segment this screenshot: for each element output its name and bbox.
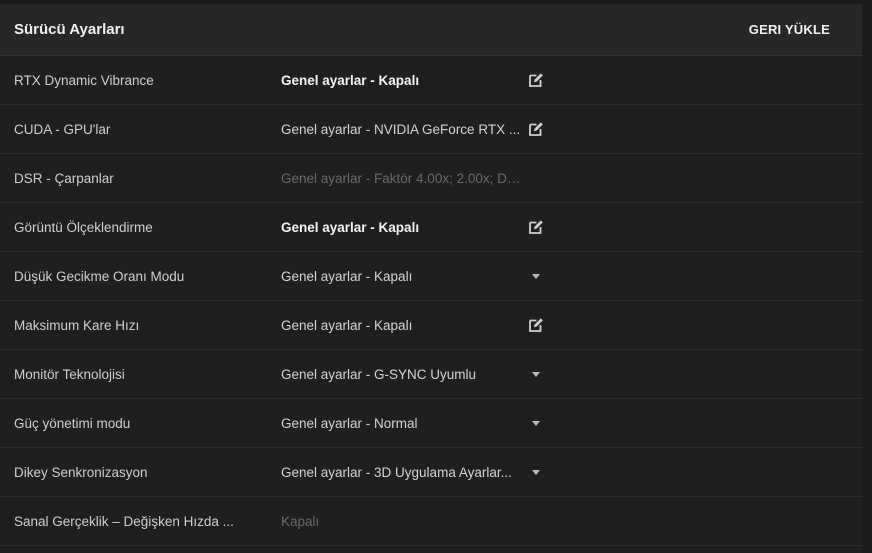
setting-row: DSR - Çarpanlar Genel ayarlar - Faktör 4.…: [0, 154, 862, 203]
chevron-down-icon[interactable]: [527, 365, 545, 383]
reset-button[interactable]: GERI YÜKLE: [749, 22, 830, 37]
setting-value: Genel ayarlar - Kapalı: [281, 72, 420, 88]
chevron-down-icon[interactable]: [527, 463, 545, 481]
setting-row[interactable]: Dikey Senkronizasyon Genel ayarlar - 3D U…: [0, 448, 862, 497]
edit-icon[interactable]: [527, 71, 545, 89]
settings-list: RTX Dynamic Vibrance Genel ayarlar - Kapa…: [0, 56, 862, 546]
setting-row[interactable]: CUDA - GPU'lar Genel ayarlar - NVIDIA GeF…: [0, 105, 862, 154]
setting-row[interactable]: RTX Dynamic Vibrance Genel ayarlar - Kapa…: [0, 56, 862, 105]
setting-value: Genel ayarlar - Kapalı: [281, 317, 413, 333]
setting-row[interactable]: Görüntü Ölçeklendirme Genel ayarlar - Kap…: [0, 203, 862, 252]
setting-value: Genel ayarlar - Faktör 4.00x; 2.00x; Dü.…: [281, 170, 525, 186]
setting-label: Monitör Teknolojisi: [14, 366, 125, 382]
setting-label: Maksimum Kare Hızı: [14, 317, 140, 333]
edit-icon[interactable]: [527, 218, 545, 236]
setting-value: Genel ayarlar - Kapalı: [281, 219, 420, 235]
setting-label: DSR - Çarpanlar: [14, 170, 114, 186]
setting-row: Sanal Gerçeklik – Değişken Hızda ... Kapa…: [0, 497, 862, 546]
chevron-down-icon[interactable]: [527, 267, 545, 285]
setting-label: Sanal Gerçeklik – Değişken Hızda ...: [14, 513, 234, 529]
setting-row[interactable]: Monitör Teknolojisi Genel ayarlar - G-SYN…: [0, 350, 862, 399]
setting-label: RTX Dynamic Vibrance: [14, 72, 154, 88]
driver-settings-panel: Sürücü Ayarları GERI YÜKLE RTX Dynamic V…: [0, 4, 862, 553]
chevron-down-icon[interactable]: [527, 414, 545, 432]
edit-icon[interactable]: [527, 120, 545, 138]
setting-value: Genel ayarlar - NVIDIA GeForce RTX ...: [281, 121, 521, 137]
setting-row[interactable]: Güç yönetimi modu Genel ayarlar - Normal: [0, 399, 862, 448]
setting-label: Görüntü Ölçeklendirme: [14, 219, 153, 235]
setting-value: Genel ayarlar - Normal: [281, 415, 418, 431]
panel-title: Sürücü Ayarları: [14, 21, 125, 38]
edit-icon[interactable]: [527, 316, 545, 334]
setting-value: Genel ayarlar - Kapalı: [281, 268, 413, 284]
setting-row[interactable]: Düşük Gecikme Oranı Modu Genel ayarlar - …: [0, 252, 862, 301]
setting-label: Düşük Gecikme Oranı Modu: [14, 268, 185, 284]
setting-value: Kapalı: [281, 513, 320, 529]
setting-value: Genel ayarlar - 3D Uygulama Ayarlar...: [281, 464, 512, 480]
setting-value: Genel ayarlar - G-SYNC Uyumlu: [281, 366, 477, 382]
setting-label: Dikey Senkronizasyon: [14, 464, 148, 480]
setting-row[interactable]: Maksimum Kare Hızı Genel ayarlar - Kapalı: [0, 301, 862, 350]
setting-label: Güç yönetimi modu: [14, 415, 131, 431]
setting-label: CUDA - GPU'lar: [14, 121, 111, 137]
panel-header: Sürücü Ayarları GERI YÜKLE: [0, 4, 862, 56]
